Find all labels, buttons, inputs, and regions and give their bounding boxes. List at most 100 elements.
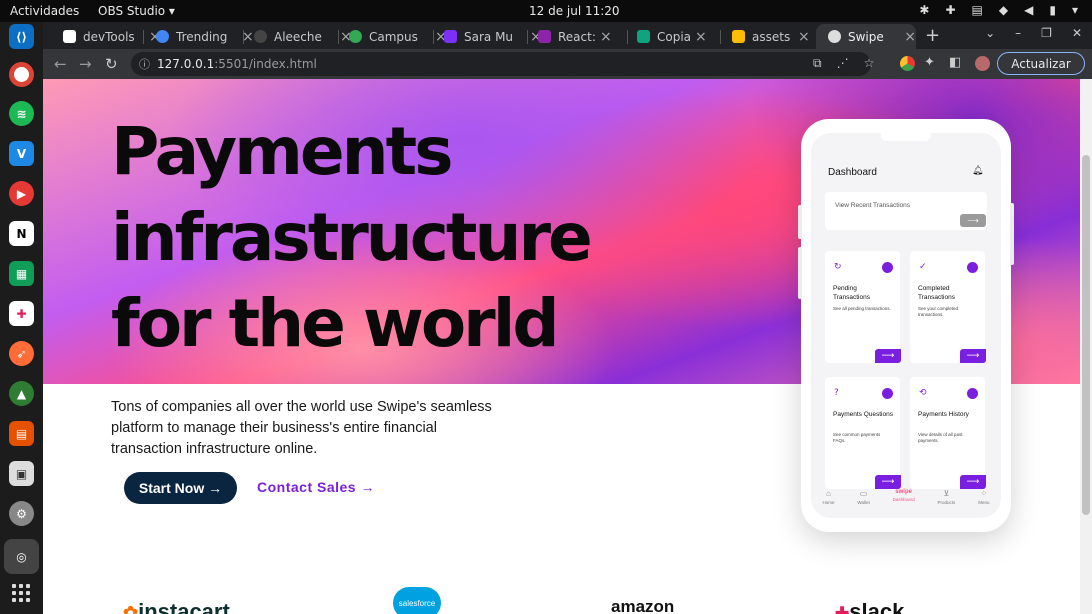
- settings-icon[interactable]: ⚙: [9, 501, 34, 526]
- new-tab-button[interactable]: +: [925, 25, 940, 46]
- tab-copia[interactable]: Copia d ×: [625, 24, 707, 49]
- arrow-right-icon: ⟶: [875, 349, 901, 363]
- devtools-favicon-icon: [63, 30, 76, 43]
- page-scrollbar[interactable]: [1080, 79, 1092, 614]
- home-icon: ⌂: [826, 489, 831, 498]
- share-icon[interactable]: ⋰: [837, 56, 849, 71]
- notion-icon[interactable]: N: [9, 221, 34, 246]
- partner-logos: ✿instacart salesforce amazon ✚slack: [43, 587, 1080, 614]
- spotify-icon[interactable]: ≋: [9, 101, 34, 126]
- slack-icon[interactable]: ✚: [9, 301, 34, 326]
- tab-title: Swipe: [848, 29, 884, 44]
- logo-text: slack: [849, 599, 905, 614]
- google-favicon-icon: [156, 30, 169, 43]
- check-circle-icon: ✓: [919, 262, 927, 272]
- tab-assets[interactable]: assets - ×: [720, 24, 810, 49]
- url-text[interactable]: 127.0.0.1:5501/index.html: [157, 57, 317, 71]
- recent-transactions-label: View Recent Transactions: [835, 202, 911, 209]
- sheets-icon[interactable]: ▦: [9, 261, 34, 286]
- obs-icon[interactable]: ◎: [4, 539, 39, 574]
- rocket-icon[interactable]: ▲: [9, 381, 34, 406]
- grid-icon: ⁘: [980, 489, 988, 498]
- phone-side-button: [1010, 203, 1014, 265]
- tab-title: Copia d: [657, 29, 691, 44]
- history-icon: ⟲: [919, 388, 927, 398]
- tab-aleeche[interactable]: Aleeche ×: [242, 24, 352, 49]
- url-path: :5501/index.html: [214, 57, 317, 71]
- tab-title: Campus: [369, 29, 418, 44]
- phone-side-button: [798, 247, 802, 299]
- contact-sales-link[interactable]: Contact Sales →: [257, 479, 375, 495]
- clock[interactable]: 12 de jul 11:20: [529, 4, 620, 18]
- show-apps-icon[interactable]: [12, 584, 30, 602]
- profile-avatar[interactable]: [975, 56, 990, 71]
- restore-icon[interactable]: ❐: [1041, 26, 1052, 40]
- nav-menu: ⁘ Menu: [978, 489, 989, 518]
- bluetooth-icon[interactable]: ✱: [919, 3, 929, 17]
- hero-title-line: infrastructure: [111, 199, 593, 276]
- power-icon[interactable]: ▾: [1072, 3, 1078, 17]
- phone-bottom-nav: ⌂ Home ▭ Wallet swipe Dashboard ⊻ Products ⁘…: [811, 489, 1001, 518]
- scrollbar-thumb[interactable]: [1082, 155, 1090, 515]
- instacart-logo: ✿instacart: [123, 599, 230, 614]
- close-icon[interactable]: ×: [904, 29, 916, 45]
- reload-icon[interactable]: ↻: [105, 55, 118, 73]
- tab-react[interactable]: React: A ×: [526, 24, 612, 49]
- update-button[interactable]: Actualizar: [997, 52, 1085, 75]
- close-window-icon[interactable]: ✕: [1072, 26, 1082, 40]
- card-title: Payments History: [918, 411, 969, 418]
- start-now-button[interactable]: Start Now →: [124, 472, 237, 504]
- page-viewport: Payments infrastructure for the world To…: [43, 79, 1080, 614]
- hero-title: Payments infrastructure for the world: [111, 109, 671, 367]
- arrow-right-icon: ⟶: [960, 214, 986, 227]
- volume-icon[interactable]: ◀: [1024, 3, 1033, 17]
- impress-icon[interactable]: ▤: [9, 421, 34, 446]
- phone-screen: Dashboard 🔔︎ View Recent Transactions ⟶ …: [811, 133, 1001, 518]
- battery-icon[interactable]: ▮: [1049, 3, 1056, 17]
- chrome-icon[interactable]: [9, 62, 34, 87]
- gallery-icon[interactable]: ▣: [9, 461, 34, 486]
- activities-button[interactable]: Actividades: [10, 4, 79, 18]
- close-icon[interactable]: ×: [798, 29, 810, 45]
- wifi-icon[interactable]: ◆: [999, 3, 1008, 17]
- phone-side-button: [798, 205, 802, 239]
- tab-search-icon[interactable]: ⌄: [985, 26, 995, 40]
- close-icon[interactable]: ×: [600, 29, 612, 45]
- nav-wallet: ▭ Wallet: [857, 489, 869, 518]
- wallet-icon: ▭: [859, 489, 868, 498]
- close-icon[interactable]: ×: [695, 29, 707, 45]
- extensions-puzzle-icon[interactable]: ✦: [924, 55, 935, 70]
- tab-title: Sara Mu: [464, 29, 514, 44]
- bookmark-star-icon[interactable]: ☆: [864, 56, 875, 71]
- nav-label: Wallet: [857, 500, 870, 505]
- forward-icon[interactable]: →: [79, 55, 92, 73]
- arrow-right-icon: ⟶: [875, 475, 901, 489]
- vscode-icon[interactable]: ⟨⟩: [9, 24, 34, 49]
- system-tray[interactable]: ✱ ✚ ▤ ◆ ◀ ▮ ▾: [919, 3, 1078, 17]
- postman-icon[interactable]: ➶: [9, 341, 34, 366]
- app-menu[interactable]: OBS Studio ▾: [98, 4, 175, 18]
- window-controls: ⌄ – ❐ ✕: [985, 26, 1082, 40]
- vs-icon[interactable]: V: [9, 141, 34, 166]
- tab-trending[interactable]: Trending ×: [144, 24, 254, 49]
- card-description: See common payments FAQs.: [833, 432, 881, 443]
- extension-icon[interactable]: [900, 56, 915, 71]
- status-dot: [882, 388, 893, 399]
- swipe-logo: swipe: [895, 489, 912, 495]
- notes-icon[interactable]: ▤: [972, 3, 983, 17]
- bell-icon: 🔔︎: [972, 166, 984, 176]
- site-info-icon[interactable]: ⓘ: [139, 56, 150, 72]
- address-bar[interactable]: ⓘ 127.0.0.1:5501/index.html: [131, 52, 871, 76]
- nav-products: ⊻ Products: [938, 489, 956, 518]
- tab-campus[interactable]: Campus ×: [337, 24, 447, 49]
- translate-icon[interactable]: ⧉: [813, 56, 822, 71]
- minimize-icon[interactable]: –: [1015, 26, 1021, 40]
- tab-swipe[interactable]: Swipe ×: [816, 24, 916, 49]
- side-panel-icon[interactable]: ◧: [949, 55, 961, 70]
- youtube-music-icon[interactable]: ▶: [9, 181, 34, 206]
- nav-label: Dashboard: [892, 497, 915, 502]
- twitch-favicon-icon: [444, 30, 457, 43]
- slack-tray-icon[interactable]: ✚: [945, 3, 955, 17]
- carrot-icon: ✿: [123, 603, 139, 614]
- back-icon[interactable]: ←: [54, 55, 67, 73]
